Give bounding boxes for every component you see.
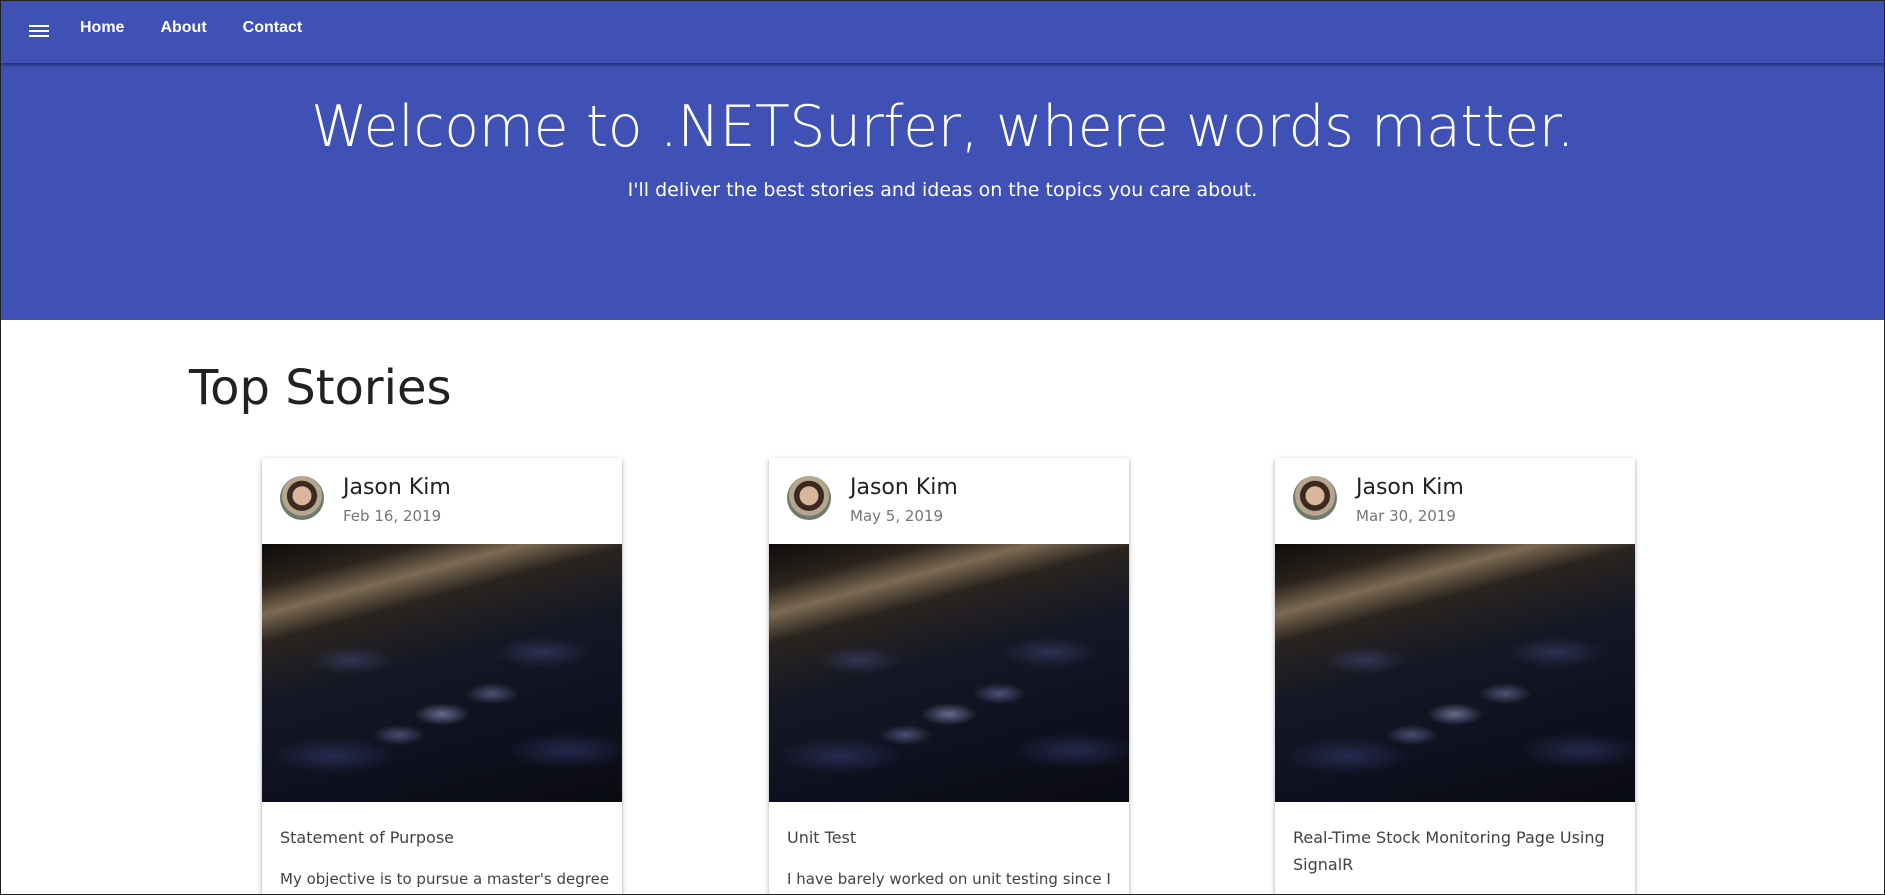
author-name: Jason Kim	[850, 475, 958, 500]
avatar	[787, 476, 831, 520]
author-name: Jason Kim	[1356, 475, 1464, 500]
hero-banner: Welcome to .NETSurfer, where words matte…	[1, 63, 1884, 320]
author-name: Jason Kim	[343, 475, 451, 500]
keyboard-image	[262, 544, 622, 802]
nav-link-contact[interactable]: Contact	[243, 18, 303, 38]
keyboard-image	[769, 544, 1129, 802]
story-title[interactable]: Statement of Purpose	[280, 824, 600, 851]
hero-subtitle: I'll deliver the best stories and ideas …	[627, 179, 1258, 201]
post-date: May 5, 2019	[850, 507, 944, 525]
card-header: Jason Kim Mar 30, 2019	[1275, 458, 1635, 544]
story-card[interactable]: Jason Kim Feb 16, 2019 Statement of Purp…	[262, 458, 622, 894]
section-title: Top Stories	[189, 360, 452, 416]
card-header: Jason Kim Feb 16, 2019	[262, 458, 622, 544]
page: Home About Contact Welcome to .NETSurfer…	[0, 0, 1885, 895]
story-title[interactable]: Real-Time Stock Monitoring Page Using Si…	[1293, 824, 1613, 878]
nav-link-home[interactable]: Home	[80, 18, 124, 38]
card-header: Jason Kim May 5, 2019	[769, 458, 1129, 544]
nav-link-about[interactable]: About	[160, 18, 206, 38]
story-card[interactable]: Jason Kim May 5, 2019 Unit Test I have b…	[769, 458, 1129, 894]
main-nav: Home About Contact	[80, 18, 338, 38]
post-date: Feb 16, 2019	[343, 507, 442, 525]
avatar	[280, 476, 324, 520]
hero-title: Welcome to .NETSurfer, where words matte…	[311, 94, 1574, 160]
hamburger-menu-icon[interactable]	[27, 22, 51, 42]
keyboard-image	[1275, 544, 1635, 802]
story-card[interactable]: Jason Kim Mar 30, 2019 Real-Time Stock M…	[1275, 458, 1635, 894]
story-title[interactable]: Unit Test	[787, 824, 1107, 851]
top-app-bar: Home About Contact	[1, 1, 1884, 63]
story-excerpt: My objective is to pursue a master's deg…	[280, 870, 610, 888]
post-date: Mar 30, 2019	[1356, 507, 1456, 525]
story-excerpt: I have barely worked on unit testing sin…	[787, 870, 1111, 888]
avatar	[1293, 476, 1337, 520]
